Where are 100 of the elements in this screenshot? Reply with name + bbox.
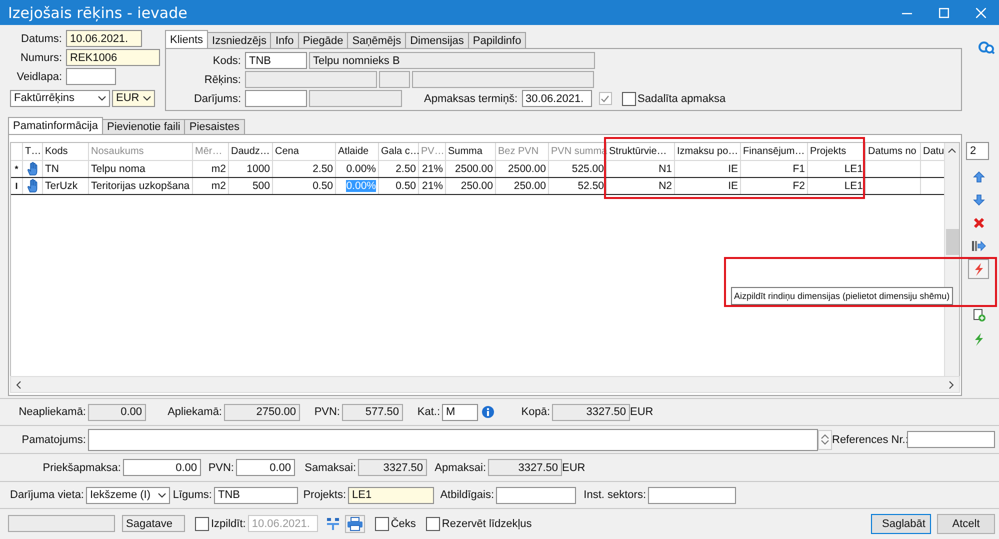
table-cell: 52.50 [549, 178, 607, 194]
amount-field[interactable]: 0.00 [236, 459, 295, 476]
tab[interactable]: Papildinfo [468, 32, 526, 48]
column-header[interactable]: Kods [43, 143, 89, 161]
save-button[interactable]: Saglabāt [871, 514, 931, 534]
column-header[interactable]: Daudz… [229, 143, 273, 161]
payment-term-field[interactable]: 30.06.2021. [522, 90, 592, 107]
column-header[interactable]: Cena [273, 143, 336, 161]
lightning-icon[interactable] [972, 333, 984, 346]
tab[interactable]: Piesaistes [184, 119, 244, 134]
hand-icon[interactable] [26, 162, 38, 176]
column-header[interactable]: Izmaksu po… [675, 143, 741, 161]
arrow-down-icon[interactable] [972, 194, 984, 206]
number-field[interactable]: REK1006 [66, 49, 160, 66]
checkbox[interactable] [426, 516, 440, 530]
category-field[interactable]: M [442, 404, 478, 420]
sector-field[interactable] [648, 486, 736, 504]
chevron-left-icon[interactable] [16, 380, 21, 388]
location-dropdown[interactable]: Iekšzeme (I) [86, 486, 170, 504]
chevron-right-icon[interactable] [949, 380, 954, 388]
document-type-dropdown[interactable]: Faktūrrēķins [10, 90, 110, 106]
amount-field[interactable]: 0.00 [123, 459, 201, 476]
close-icon[interactable] [976, 8, 986, 18]
contract-field[interactable]: TNB [214, 486, 298, 504]
table-cell: F1 [741, 161, 808, 177]
column-header[interactable]: T… [23, 143, 43, 161]
field-label: Pamatojums: [20, 434, 87, 446]
info-icon[interactable] [482, 406, 494, 418]
column-header[interactable]: Datums no [866, 143, 921, 161]
tooltip: Aizpildīt rindiņu dimensijas (pielietot dimensiju shēmu) [731, 287, 953, 305]
tab[interactable]: Klients [165, 30, 208, 48]
table-cell: LE1 [808, 178, 866, 194]
delete-icon[interactable] [972, 217, 984, 229]
checkbox[interactable] [598, 92, 612, 105]
field-label: Rēķins: [203, 74, 242, 86]
column-header[interactable]: Summa [446, 143, 496, 161]
status-field: Sagatave [122, 515, 185, 532]
table-cell: TN [43, 161, 89, 177]
tab[interactable]: Info [270, 32, 299, 48]
tab[interactable]: Dimensijas [405, 32, 469, 48]
invoice-field [379, 71, 410, 88]
currency-label: EUR [562, 462, 586, 474]
tab[interactable]: Saņēmējs [347, 32, 406, 48]
column-header[interactable]: Projekts [808, 143, 866, 161]
form-field[interactable] [66, 68, 116, 85]
cancel-button[interactable]: Atcelt [937, 514, 995, 534]
chevron-up-icon[interactable] [948, 148, 956, 153]
currency-dropdown[interactable]: EUR [112, 90, 155, 106]
fill-dimensions-button[interactable] [968, 259, 989, 279]
date-field[interactable]: 10.06.2021. [66, 30, 142, 47]
table-cell: 21% [419, 178, 446, 194]
transaction-field[interactable] [245, 90, 307, 107]
counter-field[interactable]: 2 [966, 142, 989, 160]
horizontal-scrollbar[interactable] [10, 376, 960, 393]
maximize-icon[interactable] [939, 8, 949, 18]
column-header[interactable]: Atlaide [336, 143, 379, 161]
total-field: 3327.50 [552, 404, 630, 420]
list-arrow-icon[interactable] [972, 240, 986, 252]
tab[interactable]: Pievienotie faili [102, 119, 186, 134]
amount-field: 577.50 [342, 404, 403, 420]
tab[interactable]: Piegāde [298, 32, 348, 48]
table-cell: 2.50 [379, 161, 419, 177]
client-name-field: Telpu nomnieks B [309, 52, 595, 69]
print-button[interactable] [344, 514, 365, 532]
column-header[interactable]: Struktūrvie… [607, 143, 675, 161]
amount-field: 0.00 [88, 404, 146, 420]
tab[interactable]: Pamatinformācija [8, 117, 103, 134]
scrollbar-thumb[interactable] [946, 229, 959, 255]
table-cell: 2500.00 [496, 161, 549, 177]
chat-icon[interactable] [978, 41, 995, 54]
tab[interactable]: Izsniedzējs [207, 32, 272, 48]
reference-field[interactable] [907, 431, 995, 448]
table-cell: 250.00 [496, 178, 549, 194]
checkbox[interactable] [195, 516, 209, 530]
discount-value: 0.00% [346, 180, 376, 192]
responsible-field[interactable] [496, 486, 576, 504]
spinner-control[interactable] [818, 430, 832, 450]
checkbox[interactable] [374, 516, 389, 530]
hand-icon[interactable] [26, 179, 38, 193]
field-label: Kods: [212, 54, 242, 66]
code-field[interactable]: TNB [245, 52, 307, 69]
table-cell: 525.00 [549, 161, 607, 177]
table-cell: IE [675, 178, 741, 194]
transfer-icon[interactable] [326, 516, 340, 530]
table-cell: m2 [193, 178, 229, 194]
chevron-up-icon[interactable] [821, 434, 829, 439]
column-header[interactable]: Finansējum… [741, 143, 808, 161]
chevron-down-icon[interactable] [821, 440, 829, 445]
date-field: 10.06.2021. [248, 515, 318, 532]
table-cell: 2500.00 [446, 161, 496, 177]
column-header[interactable]: Gala c… [379, 143, 419, 161]
document-add-icon[interactable] [972, 309, 986, 322]
amount-field: 3327.50 [488, 459, 562, 476]
checkbox[interactable] [622, 92, 636, 106]
arrow-up-icon[interactable] [972, 171, 984, 183]
reason-field[interactable] [88, 428, 818, 450]
table-cell: 1000 [229, 161, 273, 177]
field-label: Numurs: [19, 52, 63, 64]
project-field[interactable]: LE1 [348, 486, 434, 504]
field-label: Projekts: [302, 489, 347, 501]
